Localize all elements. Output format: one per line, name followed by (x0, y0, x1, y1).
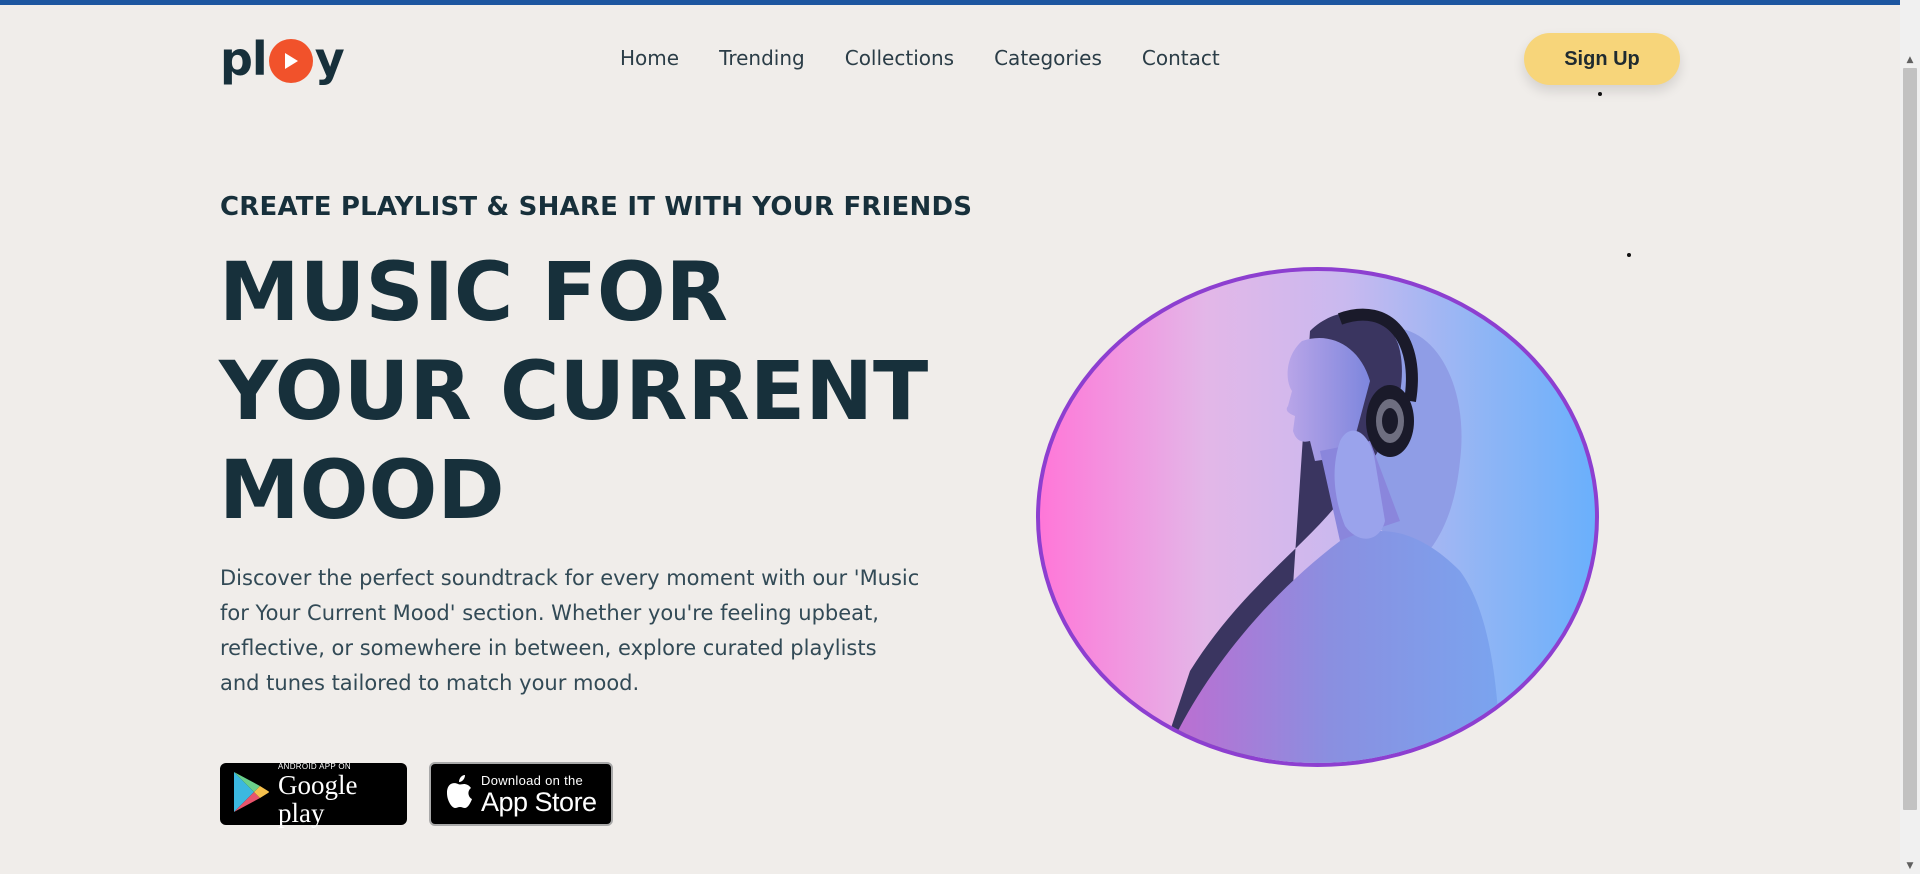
sign-up-button[interactable]: Sign Up (1524, 33, 1680, 85)
nav-collections[interactable]: Collections (845, 44, 954, 72)
nav-categories[interactable]: Categories (994, 44, 1102, 72)
hero-subtitle: CREATE PLAYLIST & SHARE IT WITH YOUR FRI… (220, 192, 973, 222)
headline-line: MUSIC FOR (219, 246, 729, 340)
google-play-badge[interactable]: ANDROID APP ON Google play (220, 762, 407, 828)
apple-icon (443, 774, 473, 814)
woman-with-headphones-illustration (1163, 308, 1500, 763)
top-accent-bar (0, 0, 1920, 5)
google-play-icon (232, 770, 270, 818)
scroll-up-arrow-icon[interactable]: ▲ (1900, 52, 1920, 68)
logo-text-left: pl (220, 32, 268, 86)
scrollbar-thumb[interactable] (1903, 68, 1917, 810)
hero-image (1036, 267, 1599, 767)
decor-dot (1627, 253, 1631, 257)
hero-description: Discover the perfect soundtrack for ever… (220, 566, 920, 695)
decor-dot (1598, 92, 1602, 96)
apple-badge-big: App Store (481, 786, 597, 817)
scrollbar[interactable]: ▲ ▼ (1900, 0, 1920, 874)
nav-trending[interactable]: Trending (719, 44, 805, 72)
app-store-badge[interactable]: Download on the App Store (429, 762, 613, 826)
hero-headline: MUSIC FOR YOUR CURRENT MOOD (219, 244, 928, 541)
apple-badge-small: Download on the (481, 772, 584, 788)
headline-line: MOOD (219, 444, 505, 538)
headline-line: YOUR CURRENT (219, 345, 929, 439)
play-icon (268, 39, 313, 83)
nav-home[interactable]: Home (620, 44, 679, 72)
nav-contact[interactable]: Contact (1142, 44, 1220, 72)
google-badge-big: Google play (278, 769, 358, 828)
main-nav: Home Trending Collections Categories Con… (620, 44, 1220, 72)
logo-text-right: y (314, 32, 345, 86)
logo[interactable]: pl y (220, 32, 345, 86)
scroll-down-arrow-icon[interactable]: ▼ (1900, 858, 1920, 874)
